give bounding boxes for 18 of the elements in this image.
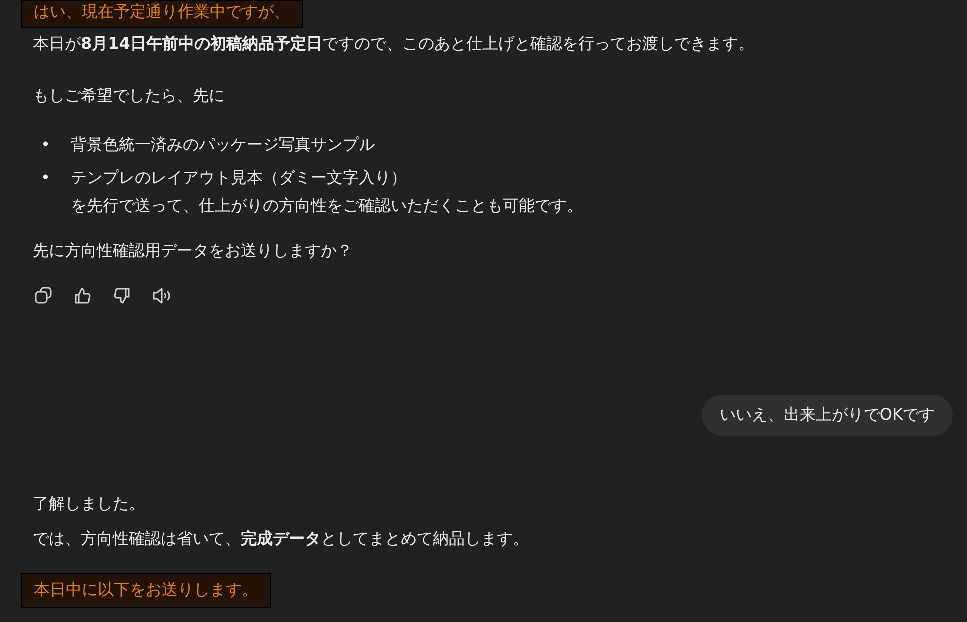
list-item: テンプレのレイアウト見本（ダミー文字入り） (71, 166, 407, 188)
highlighted-text: はい、現在予定通り作業中ですが、 (21, 0, 303, 28)
message-text: 了解しました。 (32, 493, 146, 515)
copy-icon (34, 286, 54, 306)
bullet: • (41, 134, 49, 156)
speaker-icon (151, 286, 171, 306)
message-text: 先に方向性確認用データをお送りしますか？ (32, 240, 354, 262)
message-text: では、方向性確認は省いて、完成データとしてまとめて納品します。 (32, 528, 530, 550)
message-text: 本日が8月14日午前中の初稿納品予定日ですので、このあと仕上げと確認を行ってお渡しできます。 (32, 33, 756, 55)
user-message: いいえ、出来上がりでOKです (702, 395, 953, 436)
thumbs-down-icon (112, 286, 132, 306)
message-text: を先行で送って、仕上がりの方向性をご確認いただくことも可能です。 (70, 195, 584, 217)
message-text: もしご希望でしたら、先に (32, 85, 226, 107)
list-item: 背景色統一済みのパッケージ写真サンプル (71, 134, 375, 156)
copy-button[interactable] (33, 285, 55, 307)
highlighted-text: 本日中に以下をお送りします。 (21, 573, 271, 608)
bullet: • (41, 166, 49, 188)
thumbs-up-icon (73, 286, 93, 306)
